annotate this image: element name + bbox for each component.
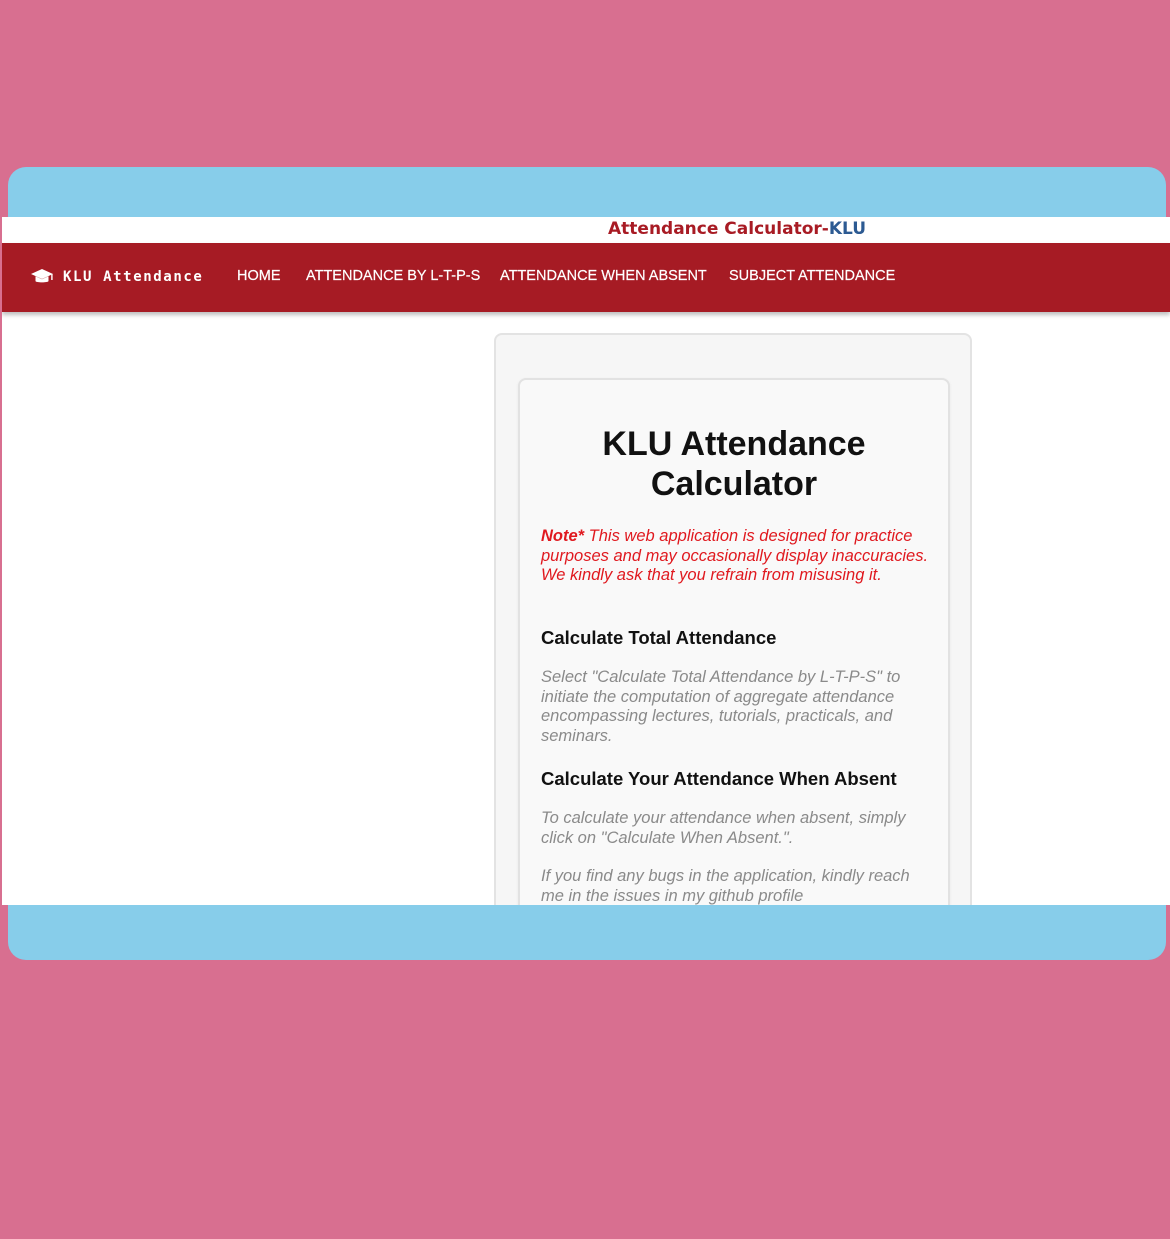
section-absent-text: To calculate your attendance when absent… bbox=[541, 809, 906, 847]
nav-home[interactable]: HOME bbox=[237, 268, 281, 284]
section-absent-title: Calculate Your Attendance When Absent bbox=[541, 768, 897, 789]
title-bar: Attendance Calculator-KLU bbox=[2, 217, 1170, 243]
graduation-cap-icon bbox=[31, 269, 53, 283]
navbar: KLU Attendance HOME ATTENDANCE BY L-T-P-… bbox=[2, 243, 1170, 312]
title-line-2: Calculator bbox=[650, 465, 818, 503]
window-title-main: Attendance Calculator- bbox=[608, 219, 829, 239]
section-total-title: Calculate Total Attendance bbox=[541, 627, 777, 648]
nav-attendance-absent[interactable]: ATTENDANCE WHEN ABSENT bbox=[500, 268, 707, 284]
window-title-accent: KLU bbox=[828, 219, 867, 239]
app-window: Attendance Calculator-KLU KLU Attendance… bbox=[2, 217, 1170, 905]
info-card: KLU Attendance Calculator Note* This web… bbox=[518, 378, 950, 905]
outer-card: KLU Attendance Calculator Note* This web… bbox=[494, 333, 972, 905]
note-label: Note* bbox=[541, 527, 585, 545]
nav-subject-attendance[interactable]: SUBJECT ATTENDANCE bbox=[729, 268, 895, 284]
nav-attendance-ltps[interactable]: ATTENDANCE BY L-T-P-S bbox=[306, 268, 481, 284]
brand-link[interactable]: KLU Attendance bbox=[30, 266, 203, 288]
title-line-1: KLU Attendance bbox=[602, 425, 866, 463]
bug-report-text: If you find any bugs in the application,… bbox=[541, 867, 910, 905]
section-total-text: Select "Calculate Total Attendance by L-… bbox=[541, 668, 901, 745]
note-text: This web application is designed for pra… bbox=[541, 527, 929, 584]
brand-label: KLU Attendance bbox=[63, 269, 204, 285]
disclaimer-note: Note* This web application is designed f… bbox=[541, 527, 933, 586]
page-title: KLU Attendance Calculator bbox=[520, 424, 948, 504]
window-title: Attendance Calculator-KLU bbox=[608, 219, 866, 239]
